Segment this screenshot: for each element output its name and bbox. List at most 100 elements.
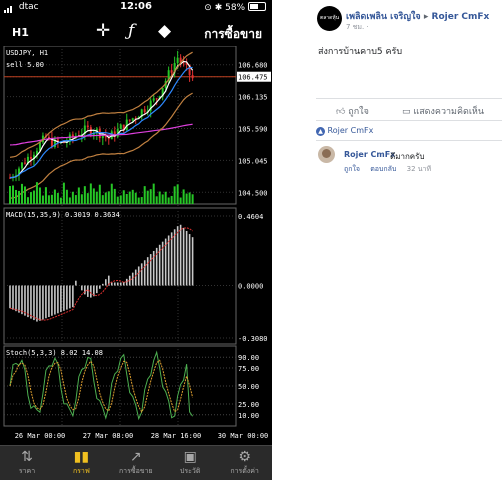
comment-button[interactable]: ▭ แสดงความคิดเห็น — [402, 104, 484, 118]
facebook-post: ตลาดหุ้น เพลิดเพลิน เจริญใจ ▸ Rojer CmFx… — [272, 0, 504, 480]
volume-bar — [68, 197, 71, 204]
candle-body — [20, 162, 23, 169]
volume-bar — [122, 190, 125, 204]
comment-time[interactable]: 32 นาที — [407, 165, 431, 173]
alarm-icon: ⊙ — [204, 3, 212, 13]
comment-reply-link[interactable]: ตอบกลับ — [370, 165, 396, 173]
macd-histogram-bar — [137, 266, 140, 286]
stoch-level-label: 90.00 — [238, 354, 259, 362]
volume-bar — [83, 186, 86, 204]
tab-quotes[interactable]: ⇅ ราคา — [0, 446, 54, 480]
volume-bar — [116, 196, 119, 204]
volume-bar — [23, 186, 26, 204]
volume-bar — [92, 188, 95, 204]
macd-histogram-bar — [146, 257, 149, 286]
crosshair-icon[interactable]: ✛ — [96, 21, 110, 41]
symbol-label: USDJPY, H1 — [6, 49, 48, 57]
volume-bar — [29, 192, 32, 204]
macd-histogram-bar — [18, 285, 20, 313]
macd-histogram-bar — [42, 285, 44, 320]
macd-histogram-bar — [96, 285, 98, 294]
macd-histogram-bar — [51, 285, 53, 316]
candle-body — [170, 70, 173, 73]
function-icon[interactable]: ƒ — [128, 21, 134, 41]
timestamp-link[interactable]: 7 ชม. — [346, 23, 364, 31]
comment-author[interactable]: Rojer CmFx — [344, 150, 395, 159]
price-chart[interactable]: 106.680 106.475 106.135 105.590 105.045 104.5… — [0, 46, 272, 444]
trade-button[interactable]: การซื้อขาย — [204, 25, 262, 44]
macd-histogram-bar — [36, 285, 38, 322]
macd-histogram-bar — [24, 285, 26, 316]
volume-bar — [86, 193, 89, 204]
volume-bar — [188, 192, 191, 204]
tab-label: การซื้อขาย — [118, 467, 153, 475]
volume-bar — [41, 195, 44, 204]
price-label: 104.500 — [238, 189, 268, 197]
volume-bar — [65, 189, 68, 204]
macd-histogram-bar — [84, 285, 86, 295]
chart-icon: ▮▮ — [73, 449, 90, 465]
macd-panel: 0.4604 0.0000 -0.3080 MACD(15,35,9) 0.3019 … — [4, 211, 268, 343]
volume-bar — [50, 194, 53, 204]
volume-bar — [11, 185, 14, 204]
macd-histogram-bar — [167, 235, 170, 286]
price-label: 106.680 — [238, 62, 268, 70]
volume-bar — [167, 197, 170, 204]
audience-icon: · — [366, 23, 369, 31]
page-name-link[interactable]: เพลิดเพลิน เจริญใจ — [346, 12, 421, 22]
candle-body — [29, 156, 32, 159]
objects-icon[interactable]: ◆ — [158, 21, 171, 41]
volume-bar — [185, 193, 188, 204]
stoch-level-label: 25.00 — [238, 401, 259, 409]
time-label: 26 Mar 00:00 — [15, 432, 66, 440]
volume-bar — [9, 185, 11, 204]
macd-label: MACD(15,35,9) 0.3019 0.3634 — [6, 211, 120, 219]
macd-histogram-bar — [158, 244, 161, 286]
macd-histogram-bar — [66, 285, 68, 310]
volume-bar — [47, 195, 50, 204]
volume-bar — [161, 194, 164, 204]
like-button[interactable]: 👍︎ ถูกใจ — [336, 104, 369, 118]
tab-history[interactable]: ▣ ประวัติ — [163, 446, 217, 480]
tab-chart[interactable]: ▮▮ กราฟ — [54, 446, 108, 480]
stoch-level-label: 10.00 — [238, 412, 259, 420]
macd-histogram-bar — [9, 285, 11, 309]
history-icon: ▣ — [183, 449, 197, 465]
commenter-avatar[interactable] — [318, 146, 335, 163]
macd-histogram-bar — [60, 285, 62, 313]
tab-label: ประวัติ — [179, 467, 201, 475]
macd-histogram-bar — [134, 269, 137, 286]
candle-body — [155, 98, 158, 100]
macd-histogram-bar — [170, 232, 173, 286]
volume-bar — [71, 191, 74, 204]
volume-bar — [137, 197, 140, 204]
macd-histogram-bar — [176, 226, 179, 286]
candle-body — [176, 57, 179, 63]
page-avatar[interactable]: ตลาดหุ้น — [317, 6, 342, 31]
likes-summary[interactable]: ▲ Rojer CmFx — [316, 126, 373, 136]
tab-label: กราฟ — [72, 467, 90, 475]
macd-histogram-bar — [113, 282, 116, 286]
macd-histogram-bar — [57, 285, 59, 314]
comment-like-link[interactable]: ถูกใจ — [344, 165, 360, 173]
volume-bar — [182, 189, 185, 204]
candle-body — [131, 118, 134, 121]
target-name-link[interactable]: Rojer CmFx — [432, 12, 490, 22]
post-time: 7 ชม. · — [346, 22, 369, 33]
divider — [316, 140, 502, 141]
volume-bar — [77, 187, 80, 204]
volume-bar — [98, 184, 101, 204]
candle-body — [23, 162, 26, 164]
timeframe-button[interactable]: H1 — [12, 26, 29, 39]
macd-histogram-bar — [90, 285, 92, 298]
volume-bar — [158, 191, 161, 204]
volume-bar — [32, 190, 35, 204]
volume-bar — [152, 183, 155, 204]
macd-histogram-bar — [27, 285, 29, 318]
stoch-level-label: 75.00 — [238, 365, 259, 373]
tab-trade[interactable]: ↗ การซื้อขาย — [109, 446, 163, 480]
tab-settings[interactable]: ⚙ การตั้งค่า — [218, 446, 272, 480]
volume-bar — [14, 189, 17, 204]
mt4-app: dtac 12:06 ⊙ ✱ 58% H1 ✛ ƒ ◆ การซื้อขาย 1… — [0, 0, 272, 480]
volume-bar — [95, 191, 98, 204]
